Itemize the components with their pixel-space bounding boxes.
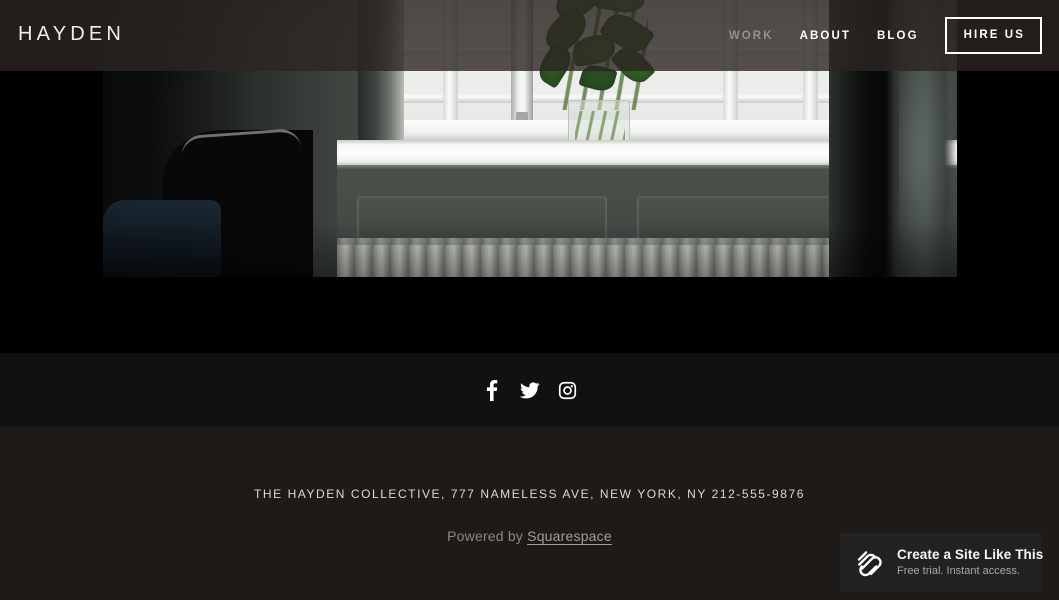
powered-by-prefix: Powered by <box>447 528 528 544</box>
social-links-strip <box>0 353 1059 427</box>
page-root: HAYDEN WORK ABOUT BLOG HIRE US THE HAYDE… <box>0 0 1059 600</box>
nav-link-blog[interactable]: BLOG <box>877 30 919 42</box>
main-navigation: WORK ABOUT BLOG HIRE US <box>729 0 1059 71</box>
promo-subtitle: Free trial. Instant access. <box>897 564 1020 577</box>
twitter-icon[interactable] <box>519 379 541 401</box>
instagram-icon[interactable] <box>557 379 579 401</box>
site-header: HAYDEN WORK ABOUT BLOG HIRE US <box>0 0 1059 71</box>
facebook-icon[interactable] <box>481 379 503 401</box>
squarespace-link[interactable]: Squarespace <box>527 528 612 544</box>
create-site-promo-banner[interactable]: Create a Site Like This Free trial. Inst… <box>840 533 1044 592</box>
site-logo[interactable]: HAYDEN <box>18 24 125 44</box>
footer-address: THE HAYDEN COLLECTIVE, 777 NAMELESS AVE,… <box>254 487 805 501</box>
promo-title: Create a Site Like This <box>897 547 1044 563</box>
nav-link-about[interactable]: ABOUT <box>800 30 851 42</box>
promo-text-group: Create a Site Like This Free trial. Inst… <box>897 547 1044 577</box>
squarespace-logo-icon <box>854 548 884 578</box>
hire-us-button[interactable]: HIRE US <box>944 17 1042 54</box>
nav-link-work[interactable]: WORK <box>729 30 774 42</box>
